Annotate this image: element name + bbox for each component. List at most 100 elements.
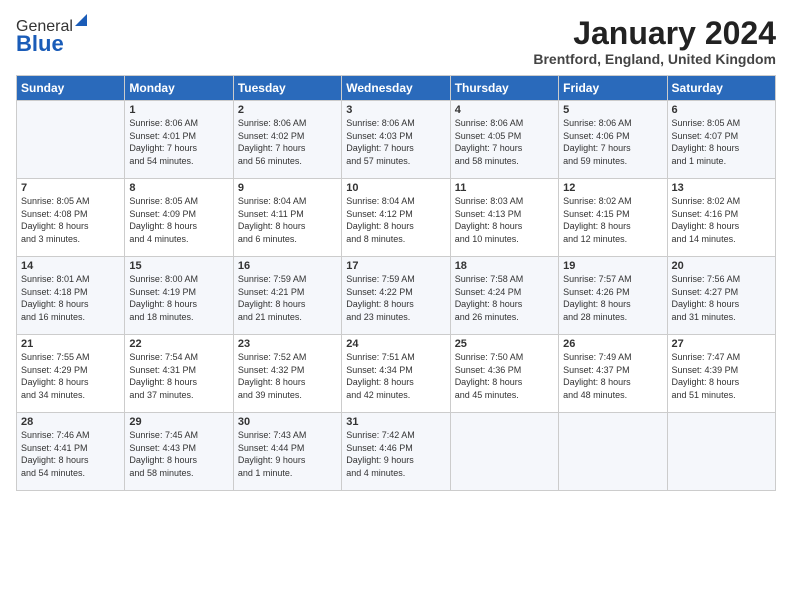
calendar-cell-4-1: 29Sunrise: 7:45 AMSunset: 4:43 PMDayligh… — [125, 413, 233, 491]
month-title: January 2024 — [533, 16, 776, 51]
day-info: Sunrise: 8:06 AMSunset: 4:01 PMDaylight:… — [129, 117, 228, 167]
col-friday: Friday — [559, 76, 667, 101]
location: Brentford, England, United Kingdom — [533, 51, 776, 67]
day-info: Sunrise: 8:04 AMSunset: 4:11 PMDaylight:… — [238, 195, 337, 245]
calendar-cell-2-4: 18Sunrise: 7:58 AMSunset: 4:24 PMDayligh… — [450, 257, 558, 335]
day-number: 28 — [21, 416, 120, 428]
calendar-cell-3-0: 21Sunrise: 7:55 AMSunset: 4:29 PMDayligh… — [17, 335, 125, 413]
day-number: 3 — [346, 104, 445, 116]
day-info: Sunrise: 8:06 AMSunset: 4:06 PMDaylight:… — [563, 117, 662, 167]
calendar-cell-3-4: 25Sunrise: 7:50 AMSunset: 4:36 PMDayligh… — [450, 335, 558, 413]
day-number: 13 — [672, 182, 771, 194]
calendar-cell-3-1: 22Sunrise: 7:54 AMSunset: 4:31 PMDayligh… — [125, 335, 233, 413]
calendar-cell-0-3: 3Sunrise: 8:06 AMSunset: 4:03 PMDaylight… — [342, 101, 450, 179]
calendar-cell-1-3: 10Sunrise: 8:04 AMSunset: 4:12 PMDayligh… — [342, 179, 450, 257]
day-info: Sunrise: 7:51 AMSunset: 4:34 PMDaylight:… — [346, 351, 445, 401]
day-number: 1 — [129, 104, 228, 116]
day-info: Sunrise: 7:46 AMSunset: 4:41 PMDaylight:… — [21, 429, 120, 479]
day-info: Sunrise: 8:02 AMSunset: 4:15 PMDaylight:… — [563, 195, 662, 245]
logo-blue-text: Blue — [16, 31, 64, 57]
day-number: 9 — [238, 182, 337, 194]
calendar-cell-2-3: 17Sunrise: 7:59 AMSunset: 4:22 PMDayligh… — [342, 257, 450, 335]
col-sunday: Sunday — [17, 76, 125, 101]
day-number: 14 — [21, 260, 120, 272]
calendar-body: 1Sunrise: 8:06 AMSunset: 4:01 PMDaylight… — [17, 101, 776, 491]
day-number: 8 — [129, 182, 228, 194]
day-info: Sunrise: 7:59 AMSunset: 4:22 PMDaylight:… — [346, 273, 445, 323]
logo: General Blue — [16, 16, 89, 57]
day-info: Sunrise: 8:06 AMSunset: 4:05 PMDaylight:… — [455, 117, 554, 167]
day-info: Sunrise: 8:06 AMSunset: 4:02 PMDaylight:… — [238, 117, 337, 167]
day-info: Sunrise: 7:55 AMSunset: 4:29 PMDaylight:… — [21, 351, 120, 401]
day-number: 30 — [238, 416, 337, 428]
day-info: Sunrise: 7:50 AMSunset: 4:36 PMDaylight:… — [455, 351, 554, 401]
col-saturday: Saturday — [667, 76, 775, 101]
day-number: 6 — [672, 104, 771, 116]
day-info: Sunrise: 8:05 AMSunset: 4:09 PMDaylight:… — [129, 195, 228, 245]
day-info: Sunrise: 8:00 AMSunset: 4:19 PMDaylight:… — [129, 273, 228, 323]
calendar-cell-1-1: 8Sunrise: 8:05 AMSunset: 4:09 PMDaylight… — [125, 179, 233, 257]
calendar-cell-0-2: 2Sunrise: 8:06 AMSunset: 4:02 PMDaylight… — [233, 101, 341, 179]
calendar-cell-2-2: 16Sunrise: 7:59 AMSunset: 4:21 PMDayligh… — [233, 257, 341, 335]
calendar-cell-0-0 — [17, 101, 125, 179]
calendar-cell-2-0: 14Sunrise: 8:01 AMSunset: 4:18 PMDayligh… — [17, 257, 125, 335]
calendar-week-0: 1Sunrise: 8:06 AMSunset: 4:01 PMDaylight… — [17, 101, 776, 179]
calendar-cell-0-4: 4Sunrise: 8:06 AMSunset: 4:05 PMDaylight… — [450, 101, 558, 179]
day-number: 17 — [346, 260, 445, 272]
day-number: 20 — [672, 260, 771, 272]
day-number: 26 — [563, 338, 662, 350]
col-thursday: Thursday — [450, 76, 558, 101]
day-number: 29 — [129, 416, 228, 428]
title-block: January 2024 Brentford, England, United … — [533, 16, 776, 67]
calendar-cell-0-6: 6Sunrise: 8:05 AMSunset: 4:07 PMDaylight… — [667, 101, 775, 179]
day-info: Sunrise: 7:52 AMSunset: 4:32 PMDaylight:… — [238, 351, 337, 401]
logo-triangle-icon — [73, 12, 89, 28]
day-number: 12 — [563, 182, 662, 194]
day-number: 31 — [346, 416, 445, 428]
day-info: Sunrise: 8:06 AMSunset: 4:03 PMDaylight:… — [346, 117, 445, 167]
day-info: Sunrise: 7:42 AMSunset: 4:46 PMDaylight:… — [346, 429, 445, 479]
day-info: Sunrise: 8:02 AMSunset: 4:16 PMDaylight:… — [672, 195, 771, 245]
calendar-cell-4-0: 28Sunrise: 7:46 AMSunset: 4:41 PMDayligh… — [17, 413, 125, 491]
header: General Blue January 2024 Brentford, Eng… — [16, 16, 776, 67]
day-number: 5 — [563, 104, 662, 116]
day-number: 23 — [238, 338, 337, 350]
main-container: General Blue January 2024 Brentford, Eng… — [0, 0, 792, 612]
calendar-cell-1-4: 11Sunrise: 8:03 AMSunset: 4:13 PMDayligh… — [450, 179, 558, 257]
day-info: Sunrise: 7:57 AMSunset: 4:26 PMDaylight:… — [563, 273, 662, 323]
day-number: 11 — [455, 182, 554, 194]
col-wednesday: Wednesday — [342, 76, 450, 101]
day-info: Sunrise: 8:01 AMSunset: 4:18 PMDaylight:… — [21, 273, 120, 323]
header-row: Sunday Monday Tuesday Wednesday Thursday… — [17, 76, 776, 101]
calendar-cell-2-1: 15Sunrise: 8:00 AMSunset: 4:19 PMDayligh… — [125, 257, 233, 335]
day-number: 22 — [129, 338, 228, 350]
day-number: 2 — [238, 104, 337, 116]
day-number: 25 — [455, 338, 554, 350]
calendar-cell-4-3: 31Sunrise: 7:42 AMSunset: 4:46 PMDayligh… — [342, 413, 450, 491]
calendar-cell-4-4 — [450, 413, 558, 491]
day-info: Sunrise: 8:03 AMSunset: 4:13 PMDaylight:… — [455, 195, 554, 245]
calendar-cell-4-6 — [667, 413, 775, 491]
day-info: Sunrise: 7:59 AMSunset: 4:21 PMDaylight:… — [238, 273, 337, 323]
calendar-cell-1-2: 9Sunrise: 8:04 AMSunset: 4:11 PMDaylight… — [233, 179, 341, 257]
calendar-cell-1-0: 7Sunrise: 8:05 AMSunset: 4:08 PMDaylight… — [17, 179, 125, 257]
calendar-cell-0-1: 1Sunrise: 8:06 AMSunset: 4:01 PMDaylight… — [125, 101, 233, 179]
calendar-cell-3-2: 23Sunrise: 7:52 AMSunset: 4:32 PMDayligh… — [233, 335, 341, 413]
day-number: 15 — [129, 260, 228, 272]
day-number: 16 — [238, 260, 337, 272]
calendar-cell-3-6: 27Sunrise: 7:47 AMSunset: 4:39 PMDayligh… — [667, 335, 775, 413]
calendar-cell-3-5: 26Sunrise: 7:49 AMSunset: 4:37 PMDayligh… — [559, 335, 667, 413]
day-number: 7 — [21, 182, 120, 194]
calendar-week-1: 7Sunrise: 8:05 AMSunset: 4:08 PMDaylight… — [17, 179, 776, 257]
day-info: Sunrise: 8:05 AMSunset: 4:08 PMDaylight:… — [21, 195, 120, 245]
col-tuesday: Tuesday — [233, 76, 341, 101]
day-number: 27 — [672, 338, 771, 350]
day-info: Sunrise: 7:54 AMSunset: 4:31 PMDaylight:… — [129, 351, 228, 401]
day-info: Sunrise: 7:47 AMSunset: 4:39 PMDaylight:… — [672, 351, 771, 401]
calendar-week-3: 21Sunrise: 7:55 AMSunset: 4:29 PMDayligh… — [17, 335, 776, 413]
calendar-cell-0-5: 5Sunrise: 8:06 AMSunset: 4:06 PMDaylight… — [559, 101, 667, 179]
day-number: 4 — [455, 104, 554, 116]
day-number: 19 — [563, 260, 662, 272]
day-number: 24 — [346, 338, 445, 350]
day-info: Sunrise: 7:43 AMSunset: 4:44 PMDaylight:… — [238, 429, 337, 479]
